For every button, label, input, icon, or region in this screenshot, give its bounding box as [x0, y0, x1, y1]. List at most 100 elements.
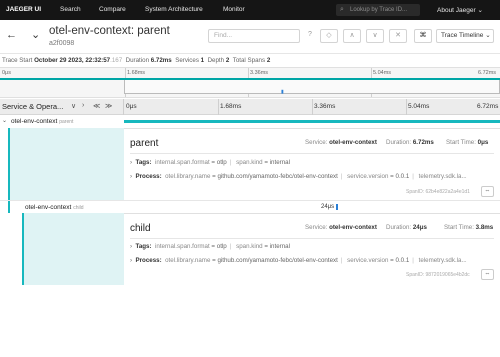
clear-search-button[interactable]: ✕ — [389, 29, 407, 43]
lookup-placeholder: Lookup by Trace ID... — [350, 7, 408, 13]
chevron-right-icon: › — [130, 257, 133, 264]
tags-row[interactable]: › Tags: internal.span.format = otlp | spa… — [130, 243, 290, 250]
expand-one-icon[interactable]: › — [82, 102, 84, 109]
span-row-child[interactable]: otel-env-context child 24μs — [0, 200, 500, 214]
service-label: Service: — [305, 224, 328, 231]
span-bar-child[interactable] — [336, 204, 338, 210]
span-detail-service: Service: otel-env-context — [305, 224, 377, 231]
tag-value: otlp — [216, 243, 227, 250]
span-detail-service: Service: otel-env-context — [305, 139, 377, 146]
timeline-tick: 5.04ms — [408, 103, 430, 110]
nav-compare[interactable]: Compare — [99, 6, 126, 13]
duration-label: Duration: — [386, 224, 412, 231]
span-row-parent[interactable]: ⌄ otel-env-context parent — [0, 115, 500, 128]
tags-row[interactable]: › Tags: internal.span.format = otlp | spa… — [130, 159, 290, 166]
service-operation-header: Service & Opera... — [2, 102, 64, 111]
tags-label: Tags: — [135, 159, 152, 166]
trace-start-label: Trace Start — [2, 57, 33, 64]
process-key: telemetry.sdk.la... — [418, 173, 467, 180]
tree-indent-line — [22, 213, 24, 285]
timeline-gridline — [312, 99, 313, 115]
trace-summary: Trace Start October 29 2023, 22:32:57.16… — [2, 57, 270, 64]
depth-label: Depth — [207, 57, 225, 64]
about-jaeger-menu[interactable]: About Jaeger ⌄ — [437, 6, 483, 14]
timeline-gridline — [406, 99, 407, 115]
minimap-tick: 6.72ms — [478, 70, 497, 76]
divider — [130, 238, 494, 239]
process-row[interactable]: › Process: otel.library.name = github.co… — [130, 257, 467, 264]
chevron-down-icon[interactable]: ⌄ — [2, 117, 7, 124]
process-label: Process: — [135, 257, 162, 264]
nav-system-architecture[interactable]: System Architecture — [145, 6, 203, 13]
copy-link-icon[interactable]: ⇔ — [481, 186, 494, 197]
span-detail-start: Start Time: 0μs — [446, 139, 488, 146]
service-label: Service: — [305, 139, 328, 146]
span-service-label: otel-env-context — [11, 118, 58, 125]
timeline-tick: 6.72ms — [477, 103, 499, 110]
timeline-tick: 0μs — [126, 103, 137, 110]
process-value: github.com/yamamoto-febc/otel-env-contex… — [217, 257, 338, 264]
nav-monitor[interactable]: Monitor — [223, 6, 245, 13]
child-detail-gutter — [0, 213, 124, 285]
span-bar-parent[interactable] — [124, 120, 500, 123]
span-bar-label: 24μs — [321, 204, 335, 210]
service-value: otel-env-context — [329, 224, 377, 231]
next-result-button[interactable]: ∨ — [366, 29, 384, 43]
process-row[interactable]: › Process: otel.library.name = github.co… — [130, 173, 467, 180]
jaeger-logo[interactable]: JAEGER UI — [6, 6, 41, 13]
minimap-selection-window[interactable] — [124, 78, 500, 94]
span-id: SpanID: 62b4e822a2a4e1d1 — [406, 189, 470, 195]
trace-view-select[interactable]: Trace Timeline ⌄ — [436, 29, 494, 43]
total-spans-label: Total Spans — [232, 57, 266, 64]
detail-tint — [10, 128, 124, 200]
duration-label: Duration: — [386, 139, 412, 146]
timeline-tick: 3.36ms — [314, 103, 336, 110]
about-jaeger-label: About Jaeger — [437, 7, 476, 14]
timeline-header: Service & Opera... ∨ › ≪ ≫ 0μs 1.68ms 3.… — [0, 99, 500, 115]
help-icon[interactable]: ? — [301, 29, 319, 43]
duration-label: Duration — [125, 57, 150, 64]
span-detail-child: child Service: otel-env-context Duration… — [124, 213, 500, 285]
tag-value: otlp — [216, 159, 227, 166]
minimap-tick: 0μs — [2, 70, 11, 76]
copy-link-icon[interactable]: ⇔ — [481, 269, 494, 280]
locate-span-button[interactable]: ◇ — [320, 29, 338, 43]
span-operation-label: parent — [59, 119, 74, 125]
span-detail-start: Start Time: 3.8ms — [444, 224, 493, 231]
process-value: 0.0.1 — [395, 173, 410, 180]
process-value: 0.0.1 — [395, 257, 410, 264]
minimap-tick: 5.04ms — [373, 70, 392, 76]
collapse-all-icon[interactable]: ≪ — [93, 102, 100, 110]
span-detail-parent: parent Service: otel-env-context Duratio… — [124, 128, 500, 200]
chevron-down-icon: ⌄ — [477, 7, 483, 14]
prev-result-button[interactable]: ∧ — [343, 29, 361, 43]
nav-search[interactable]: Search — [60, 6, 81, 13]
trace-start-ms: .167 — [110, 57, 123, 64]
process-key: otel.library.name — [165, 257, 211, 264]
minimap-tick: 3.36ms — [250, 70, 269, 76]
span-detail-title: child — [130, 223, 151, 234]
expand-all-icon[interactable]: ≫ — [105, 102, 112, 110]
depth-value: 2 — [225, 57, 230, 64]
process-value: github.com/yamamoto-febc/otel-env-contex… — [217, 173, 338, 180]
tag-key: internal.span.format — [155, 243, 210, 250]
collapse-one-icon[interactable]: ∨ — [71, 102, 76, 110]
lookup-trace-input[interactable]: ⌕ Lookup by Trace ID... — [336, 4, 420, 16]
trace-page-header: ← ⌄ otel-env-context: parent a2f0098 Fin… — [0, 20, 500, 54]
trace-minimap[interactable]: 0μs 1.68ms 3.36ms 5.04ms 6.72ms ▮ — [0, 67, 500, 98]
span-operation-label: child — [73, 205, 84, 211]
span-detail-title: parent — [130, 138, 159, 149]
chevron-down-icon[interactable]: ⌄ — [31, 28, 40, 41]
search-icon: ⌕ — [340, 6, 344, 13]
service-value: otel-env-context — [329, 139, 377, 146]
find-input[interactable]: Find... — [208, 29, 300, 43]
process-key: telemetry.sdk.la... — [418, 257, 467, 264]
column-divider[interactable] — [123, 99, 124, 115]
arrow-left-icon[interactable]: ← — [6, 29, 17, 41]
tags-label: Tags: — [135, 243, 152, 250]
command-key-icon[interactable]: ⌘ — [414, 29, 432, 43]
parent-detail-gutter — [0, 128, 124, 200]
tag-key: span.kind — [236, 243, 263, 250]
detail-tint — [24, 213, 124, 285]
span-service-name: otel-env-context child — [25, 204, 84, 211]
